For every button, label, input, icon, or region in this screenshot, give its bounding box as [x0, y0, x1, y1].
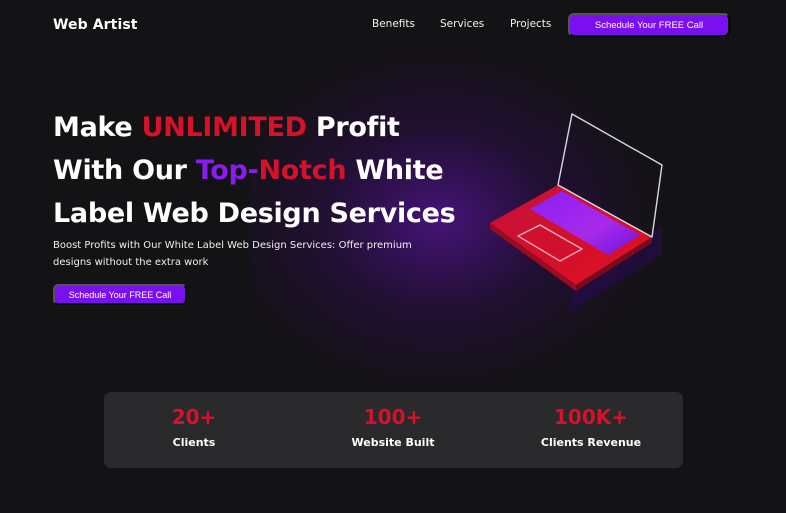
stat-clients: 20+ Clients — [104, 404, 284, 449]
highlight-top: Top- — [195, 155, 259, 186]
logo[interactable]: Web Artist — [53, 17, 138, 33]
schedule-call-button-hero[interactable]: Schedule Your FREE Call — [53, 284, 187, 305]
stat-label: Website Built — [351, 436, 435, 449]
stat-label: Clients — [172, 436, 216, 449]
stat-clients-revenue: 100K+ Clients Revenue — [501, 404, 681, 449]
headline-line-3: Label Web Design Services — [53, 198, 456, 229]
stat-label: Clients Revenue — [540, 436, 642, 449]
stats-panel: 20+ Clients 100+ Website Built 100K+ Cli… — [104, 392, 683, 468]
hero-subtext: Boost Profits with Our White Label Web D… — [53, 240, 412, 268]
nav-link-benefits[interactable]: Benefits — [372, 18, 415, 30]
nav-link-services[interactable]: Services — [440, 18, 484, 30]
highlight-notch: Notch — [258, 155, 347, 186]
headline-line-2: With Our Top-Notch White — [53, 155, 444, 186]
laptop-icon — [480, 105, 680, 319]
nav-link-projects[interactable]: Projects — [510, 18, 551, 30]
highlight-unlimited: UNLIMITED — [141, 112, 308, 143]
stat-value: 100K+ — [553, 405, 628, 429]
stat-value: 20+ — [171, 405, 217, 429]
stat-value: 100+ — [363, 405, 423, 429]
hero-headline: Make UNLIMITED Profit With Our Top-Notch… — [53, 106, 456, 235]
headline-line-1: Make UNLIMITED Profit — [53, 112, 400, 143]
stat-websites-built: 100+ Website Built — [303, 404, 483, 449]
schedule-call-button-header[interactable]: Schedule Your FREE Call — [568, 13, 730, 37]
